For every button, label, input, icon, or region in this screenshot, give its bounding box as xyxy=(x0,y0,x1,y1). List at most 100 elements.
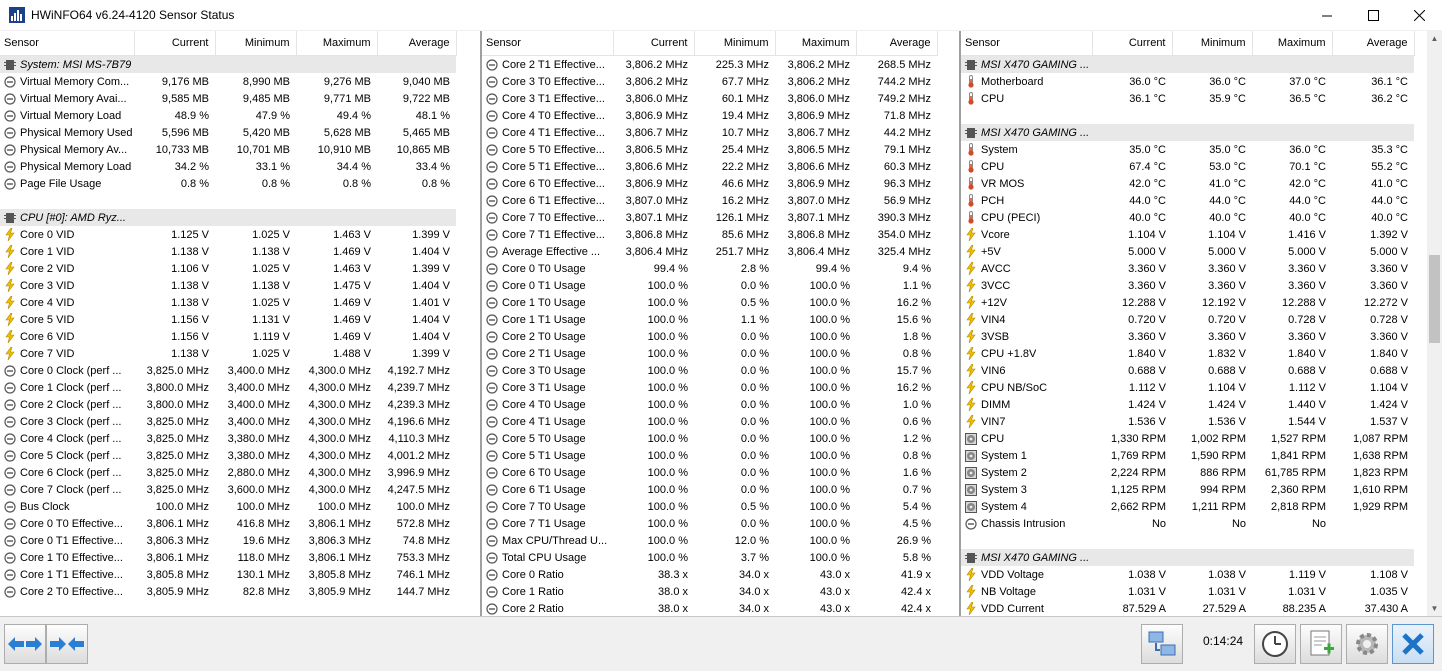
column-header-current[interactable]: Current xyxy=(134,31,216,56)
column-header-average[interactable]: Average xyxy=(1332,31,1415,56)
sensor-row[interactable]: NB Voltage 1.031 V 1.031 V 1.031 V 1.035 V xyxy=(961,583,1414,600)
sensor-row[interactable]: PCH 44.0 °C 44.0 °C 44.0 °C 44.0 °C xyxy=(961,192,1414,209)
sensor-row[interactable]: Page File Usage 0.8 % 0.8 % 0.8 % 0.8 % xyxy=(0,175,456,192)
sensor-row[interactable]: Core 7 T0 Usage 100.0 % 0.5 % 100.0 % 5.4 % xyxy=(482,498,937,515)
sensor-row[interactable]: Core 1 T0 Effective... 3,806.1 MHz 118.0 M… xyxy=(0,549,456,566)
sensor-row[interactable]: CPU 67.4 °C 53.0 °C 70.1 °C 55.2 °C xyxy=(961,158,1414,175)
sensor-row[interactable]: Core 0 Clock (perf ... 3,825.0 MHz 3,400.0… xyxy=(0,362,456,379)
column-header-maximum[interactable]: Maximum xyxy=(1252,31,1333,56)
sensor-row[interactable]: Core 6 T0 Effective... 3,806.9 MHz 46.6 MH… xyxy=(482,175,937,192)
column-header-minimum[interactable]: Minimum xyxy=(694,31,776,56)
sensor-row[interactable]: System 1 1,769 RPM 1,590 RPM 1,841 RPM 1,638… xyxy=(961,447,1414,464)
column-header-average[interactable]: Average xyxy=(856,31,938,56)
column-header-average[interactable]: Average xyxy=(377,31,457,56)
sensor-row[interactable]: Core 4 T0 Usage 100.0 % 0.0 % 100.0 % 1.0 % xyxy=(482,396,937,413)
sensor-row[interactable]: 3VCC 3.360 V 3.360 V 3.360 V 3.360 V xyxy=(961,277,1414,294)
sensor-group-header[interactable]: CPU [#0]: AMD Ryz... xyxy=(0,209,456,226)
sensor-row[interactable]: Core 3 Clock (perf ... 3,825.0 MHz 3,400.0… xyxy=(0,413,456,430)
sensor-row[interactable]: Core 2 VID 1.106 V 1.025 V 1.463 V 1.399 V xyxy=(0,260,456,277)
sensor-row[interactable]: System 35.0 °C 35.0 °C 36.0 °C 35.3 °C xyxy=(961,141,1414,158)
sensor-row[interactable]: VIN7 1.536 V 1.536 V 1.544 V 1.537 V xyxy=(961,413,1414,430)
column-header-current[interactable]: Current xyxy=(613,31,695,56)
sensor-row[interactable]: Core 6 T0 Usage 100.0 % 0.0 % 100.0 % 1.6 % xyxy=(482,464,937,481)
sensor-group-header[interactable]: MSI X470 GAMING ... xyxy=(961,124,1414,141)
minimize-button[interactable] xyxy=(1304,0,1350,30)
sensor-row[interactable]: Physical Memory Load 34.2 % 33.1 % 34.4 % 33… xyxy=(0,158,456,175)
sensor-row[interactable]: Core 0 T0 Effective... 3,806.1 MHz 416.8 M… xyxy=(0,515,456,532)
sensor-pane-3[interactable]: Sensor Current Minimum Maximum Average M… xyxy=(961,31,1442,616)
sensor-row[interactable]: AVCC 3.360 V 3.360 V 3.360 V 3.360 V xyxy=(961,260,1414,277)
sensor-pane-2[interactable]: Sensor Current Minimum Maximum Average C… xyxy=(482,31,959,616)
sensor-row[interactable]: Core 4 VID 1.138 V 1.025 V 1.469 V 1.401 V xyxy=(0,294,456,311)
sensor-row[interactable]: 3VSB 3.360 V 3.360 V 3.360 V 3.360 V xyxy=(961,328,1414,345)
sensor-row[interactable]: Core 0 T1 Effective... 3,806.3 MHz 19.6 MH… xyxy=(0,532,456,549)
sensor-row[interactable]: Core 4 T0 Effective... 3,806.9 MHz 19.4 MH… xyxy=(482,107,937,124)
column-header-current[interactable]: Current xyxy=(1092,31,1173,56)
sensor-row[interactable]: Core 6 T1 Effective... 3,807.0 MHz 16.2 MH… xyxy=(482,192,937,209)
sensor-row[interactable]: CPU NB/SoC 1.112 V 1.104 V 1.112 V 1.104 V xyxy=(961,379,1414,396)
close-button[interactable] xyxy=(1396,0,1442,30)
sensor-row[interactable]: Core 7 T1 Effective... 3,806.8 MHz 85.6 MH… xyxy=(482,226,937,243)
sensor-row[interactable]: Core 4 T1 Usage 100.0 % 0.0 % 100.0 % 0.6 % xyxy=(482,413,937,430)
sensor-row[interactable]: Core 5 T1 Usage 100.0 % 0.0 % 100.0 % 0.8 % xyxy=(482,447,937,464)
sensor-row[interactable]: Core 2 T0 Usage 100.0 % 0.0 % 100.0 % 1.8 % xyxy=(482,328,937,345)
sensor-row[interactable]: Core 5 Clock (perf ... 3,825.0 MHz 3,380.0… xyxy=(0,447,456,464)
sensor-pane-1[interactable]: Sensor Current Minimum Maximum Average S… xyxy=(0,31,480,616)
sensor-row[interactable]: VIN4 0.720 V 0.720 V 0.728 V 0.728 V xyxy=(961,311,1414,328)
network-button[interactable] xyxy=(1141,624,1183,664)
sensor-row[interactable]: Core 3 VID 1.138 V 1.138 V 1.475 V 1.404 V xyxy=(0,277,456,294)
sensor-row[interactable]: Core 3 T1 Effective... 3,806.0 MHz 60.1 MH… xyxy=(482,90,937,107)
sensor-row[interactable]: Core 4 T1 Effective... 3,806.7 MHz 10.7 MH… xyxy=(482,124,937,141)
sensor-row[interactable]: Core 5 T0 Effective... 3,806.5 MHz 25.4 MH… xyxy=(482,141,937,158)
sensor-row[interactable]: DIMM 1.424 V 1.424 V 1.440 V 1.424 V xyxy=(961,396,1414,413)
sensor-row[interactable]: Virtual Memory Load 48.9 % 47.9 % 49.4 % 48.… xyxy=(0,107,456,124)
sensor-row[interactable]: Vcore 1.104 V 1.104 V 1.416 V 1.392 V xyxy=(961,226,1414,243)
sensor-row[interactable]: Core 3 T0 Usage 100.0 % 0.0 % 100.0 % 15.7 % xyxy=(482,362,937,379)
logging-button[interactable] xyxy=(1300,624,1342,664)
sensor-row[interactable]: System 3 1,125 RPM 994 RPM 2,360 RPM 1,610 R… xyxy=(961,481,1414,498)
reset-timer-button[interactable] xyxy=(1254,624,1296,664)
column-header-minimum[interactable]: Minimum xyxy=(1172,31,1253,56)
sensor-row[interactable]: VIN6 0.688 V 0.688 V 0.688 V 0.688 V xyxy=(961,362,1414,379)
sensor-row[interactable]: Bus Clock 100.0 MHz 100.0 MHz 100.0 MHz 100.… xyxy=(0,498,456,515)
sensor-row[interactable]: Core 1 VID 1.138 V 1.138 V 1.469 V 1.404 V xyxy=(0,243,456,260)
sensor-row[interactable]: Total CPU Usage 100.0 % 3.7 % 100.0 % 5.8 % xyxy=(482,549,937,566)
sensor-group-header[interactable]: MSI X470 GAMING ... xyxy=(961,55,1414,73)
sensor-row[interactable]: CPU (PECI) 40.0 °C 40.0 °C 40.0 °C 40.0 °C xyxy=(961,209,1414,226)
maximize-button[interactable] xyxy=(1350,0,1396,30)
sensor-row[interactable]: Core 1 Clock (perf ... 3,800.0 MHz 3,400.0… xyxy=(0,379,456,396)
sensor-row[interactable]: Core 0 VID 1.125 V 1.025 V 1.463 V 1.399 V xyxy=(0,226,456,243)
sensor-row[interactable]: Core 1 T0 Usage 100.0 % 0.5 % 100.0 % 16.2 % xyxy=(482,294,937,311)
scroll-up-arrow-icon[interactable]: ▲ xyxy=(1427,31,1442,46)
sensor-row[interactable]: Core 2 Clock (perf ... 3,800.0 MHz 3,400.0… xyxy=(0,396,456,413)
sensor-row[interactable]: Core 1 T1 Effective... 3,805.8 MHz 130.1 M… xyxy=(0,566,456,583)
scroll-thumb[interactable] xyxy=(1429,255,1440,343)
sensor-row[interactable]: Max CPU/Thread U... 100.0 % 12.0 % 100.0 % 2… xyxy=(482,532,937,549)
sensor-row[interactable]: Physical Memory Used 5,596 MB 5,420 MB 5,62… xyxy=(0,124,456,141)
sensor-row[interactable]: Chassis Intrusion No No No xyxy=(961,515,1414,532)
sensor-row[interactable]: CPU +1.8V 1.840 V 1.832 V 1.840 V 1.840 V xyxy=(961,345,1414,362)
column-header-sensor[interactable]: Sensor xyxy=(482,31,614,56)
collapse-columns-button[interactable] xyxy=(46,624,88,664)
column-header-sensor[interactable]: Sensor xyxy=(0,31,135,56)
sensor-row[interactable]: Virtual Memory Avai... 9,585 MB 9,485 MB 9,… xyxy=(0,90,456,107)
sensor-row[interactable]: VDD Current 87.529 A 27.529 A 88.235 A 37.43… xyxy=(961,600,1414,616)
sensor-row[interactable]: Core 6 VID 1.156 V 1.119 V 1.469 V 1.404 V xyxy=(0,328,456,345)
sensor-row[interactable]: VDD Voltage 1.038 V 1.038 V 1.119 V 1.108 V xyxy=(961,566,1414,583)
sensor-row[interactable]: Core 2 T0 Effective... 3,805.9 MHz 82.8 MH… xyxy=(0,583,456,600)
sensor-row[interactable]: Core 7 T0 Effective... 3,807.1 MHz 126.1 M… xyxy=(482,209,937,226)
sensor-row[interactable]: +5V 5.000 V 5.000 V 5.000 V 5.000 V xyxy=(961,243,1414,260)
column-header-minimum[interactable]: Minimum xyxy=(215,31,297,56)
sensor-row[interactable]: Physical Memory Av... 10,733 MB 10,701 MB 1… xyxy=(0,141,456,158)
sensor-row[interactable]: Average Effective ... 3,806.4 MHz 251.7 MH… xyxy=(482,243,937,260)
column-header-maximum[interactable]: Maximum xyxy=(775,31,857,56)
sensor-group-header[interactable]: System: MSI MS-7B79 xyxy=(0,55,456,73)
sensor-row[interactable]: Core 4 Clock (perf ... 3,825.0 MHz 3,380.0… xyxy=(0,430,456,447)
column-header-maximum[interactable]: Maximum xyxy=(296,31,378,56)
sensor-row[interactable]: Core 2 Ratio 38.0 x 34.0 x 43.0 x 42.4 x xyxy=(482,600,937,616)
sensor-row[interactable]: Core 7 VID 1.138 V 1.025 V 1.488 V 1.399 V xyxy=(0,345,456,362)
column-header-sensor[interactable]: Sensor xyxy=(961,31,1093,56)
sensor-row[interactable]: Core 6 T1 Usage 100.0 % 0.0 % 100.0 % 0.7 % xyxy=(482,481,937,498)
sensor-row[interactable]: Core 7 Clock (perf ... 3,825.0 MHz 3,600.0… xyxy=(0,481,456,498)
sensor-row[interactable]: Core 5 T0 Usage 100.0 % 0.0 % 100.0 % 1.2 % xyxy=(482,430,937,447)
